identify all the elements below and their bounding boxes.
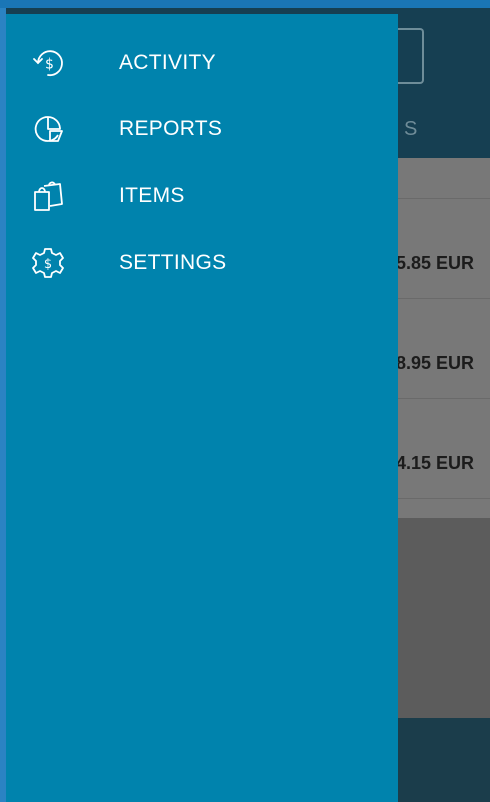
nav-label-reports: REPORTS [119,117,223,140]
nav-item-activity[interactable]: $ ACTIVITY [6,35,398,91]
row-amount: 5.85 EUR [396,253,475,273]
background-tab-label: S [404,118,418,140]
screen: S 5.85 EUR 8.95 EUR 4.15 EUR $ ACTIVITY … [0,0,490,802]
status-strip [0,0,490,8]
nav-item-settings[interactable]: $ SETTINGS [6,235,398,291]
dollar-refresh-icon: $ [30,45,66,81]
dollar-gear-icon: $ [30,245,66,281]
nav-label-items: ITEMS [119,184,185,207]
nav-label-activity: ACTIVITY [119,51,216,74]
svg-text:$: $ [45,57,54,73]
pie-chart-icon [30,111,66,147]
nav-item-reports[interactable]: REPORTS [6,101,398,157]
nav-label-settings: SETTINGS [119,251,227,274]
row-amount: 4.15 EUR [396,453,475,473]
svg-text:$: $ [44,257,52,272]
nav-item-items[interactable]: ITEMS [6,168,398,224]
row-amount: 8.95 EUR [396,353,475,373]
navigation-drawer: $ ACTIVITY REPORTS ITEMS $ SETTINGS [6,14,398,802]
shopping-bags-icon [30,178,66,214]
